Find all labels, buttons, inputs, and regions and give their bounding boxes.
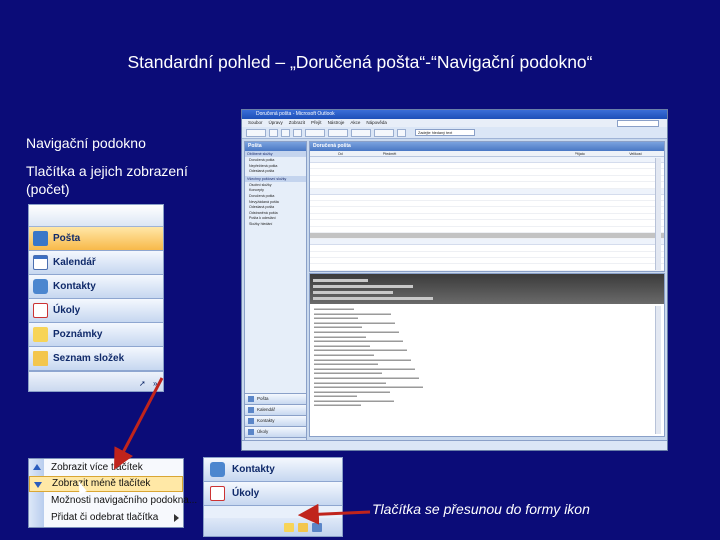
nav-button-calendar[interactable]: Kalendář	[29, 251, 163, 275]
configure-buttons-icon[interactable]: »	[153, 379, 162, 388]
nav-button-label: Úkoly	[232, 488, 260, 499]
nav-button-tasks[interactable]: Úkoly	[29, 299, 163, 323]
new-button[interactable]	[246, 128, 266, 137]
folder-list-icon[interactable]	[298, 523, 308, 532]
print-button[interactable]	[269, 128, 278, 137]
reply-all-button[interactable]	[328, 128, 348, 137]
menu-item[interactable]: Nástroje	[328, 119, 345, 127]
message-list-header: Doručená pošta	[310, 142, 664, 151]
collapsed-navigation-pane-crop: Kontakty Úkoly	[203, 457, 343, 537]
reading-pane-body	[314, 307, 444, 409]
message-list: Doručená pošta Od Předmět Přijato Veliko…	[309, 141, 665, 272]
menu-item[interactable]: Přejít	[311, 119, 322, 127]
column-from[interactable]: Od	[338, 151, 383, 156]
column-received[interactable]: Přijato	[575, 151, 630, 156]
nav-button-label: Pošta	[53, 233, 81, 244]
nav-button-label: Kalendář	[53, 257, 96, 268]
outlook-toolbar: Zadejte hledaný text	[242, 127, 667, 139]
shortcut-icon[interactable]	[312, 523, 322, 532]
nav-button-contacts[interactable]: Kontakty	[245, 415, 306, 426]
contacts-icon	[210, 462, 225, 477]
nav-pane-top	[29, 205, 163, 227]
menu-item-label: Přidat či odebrat tlačítka	[51, 512, 159, 523]
submenu-arrow-icon	[174, 514, 179, 522]
table-row[interactable]	[310, 271, 664, 272]
nav-button-mail[interactable]: Pošta	[29, 227, 163, 251]
nav-button-label: Kontakty	[53, 281, 96, 292]
calendar-icon	[33, 255, 48, 270]
folder-list-icon	[33, 351, 48, 366]
navigation-pane-crop: Pošta Kalendář Kontakty Úkoly Poznámky S…	[28, 204, 164, 392]
message-list-scrollbar[interactable]	[655, 158, 661, 270]
message-rows	[310, 157, 664, 272]
nav-button-tasks[interactable]: Úkoly	[245, 426, 306, 437]
delete-button[interactable]	[293, 128, 302, 137]
nav-button-folder-list[interactable]: Seznam složek	[29, 347, 163, 371]
arrow-up-icon	[33, 464, 41, 470]
menu-item-label: Možnosti navigačního podokna...	[51, 495, 198, 506]
nav-button-contacts[interactable]: Kontakty	[204, 458, 342, 482]
nav-button-mail[interactable]: Pošta	[245, 393, 306, 404]
caption-navigation-pane: Navigační podokno	[26, 135, 146, 151]
tasks-icon	[210, 486, 225, 501]
menu-item-label: Zobrazit méně tlačítek	[52, 478, 151, 489]
address-book-search[interactable]: Zadejte hledaný text	[415, 129, 475, 136]
outlook-menu-bar: Soubor Úpravy Zobrazit Přejít Nástroje A…	[242, 119, 667, 127]
menu-item[interactable]: Zobrazit	[289, 119, 305, 127]
status-bar	[242, 440, 667, 450]
notes-icon	[33, 327, 48, 342]
menu-item-show-more-buttons[interactable]: Zobrazit více tlačítek	[29, 460, 183, 476]
menu-item[interactable]: Soubor	[248, 119, 263, 127]
column-subject[interactable]: Předmět	[383, 151, 575, 156]
send-receive-button[interactable]	[374, 128, 394, 137]
menu-item-label: Zobrazit více tlačítek	[51, 462, 143, 473]
nav-button-label: Úkoly	[53, 305, 81, 316]
arrow-down-icon	[34, 482, 42, 488]
nav-pane-footer: ➚ »	[29, 371, 163, 391]
reading-pane-header	[310, 274, 664, 304]
nav-pane-header: Pošta	[245, 142, 306, 151]
tasks-icon	[33, 303, 48, 318]
reading-pane	[309, 273, 665, 437]
contacts-icon	[33, 279, 48, 294]
outlook-window-screenshot: Doručená pošta - Microsoft Outlook Soubo…	[241, 109, 668, 451]
nav-button-contacts[interactable]: Kontakty	[29, 275, 163, 299]
nav-button-calendar[interactable]: Kalendář	[245, 404, 306, 415]
nav-button-label: Poznámky	[53, 329, 103, 340]
menu-item[interactable]: Úpravy	[269, 119, 283, 127]
nav-button-label: Kontakty	[232, 464, 275, 475]
help-search-input[interactable]	[617, 120, 659, 127]
shortcut-icon[interactable]: ➚	[139, 379, 148, 388]
caption-buttons: Tlačítka a jejich zobrazení (počet)	[26, 163, 188, 197]
outlook-navigation-pane: Pošta Oblíbené složky Doručená pošta Nep…	[244, 141, 307, 448]
nav-icon-strip	[204, 518, 342, 536]
menu-item[interactable]: Akce	[350, 119, 360, 127]
reply-button[interactable]	[305, 128, 325, 137]
menu-item-add-remove-buttons[interactable]: Přidat či odebrat tlačítka	[29, 510, 183, 526]
move-button[interactable]	[281, 128, 290, 137]
menu-item[interactable]: Nápověda	[366, 119, 387, 127]
configure-buttons-menu: Zobrazit více tlačítek Zobrazit méně tla…	[28, 458, 197, 528]
nav-button-label: Seznam složek	[53, 353, 125, 364]
mail-icon	[33, 231, 48, 246]
menu-item-show-fewer-buttons[interactable]: Zobrazit méně tlačítek	[29, 476, 183, 492]
forward-button[interactable]	[351, 128, 371, 137]
find-button[interactable]	[397, 128, 406, 137]
folder-item[interactable]: Odeslaná pošta	[249, 169, 304, 175]
menu-item-nav-pane-options[interactable]: Možnosti navigačního podokna...	[29, 493, 197, 509]
slide-title: Standardní pohled – „Doručená pošta“-“Na…	[127, 52, 593, 72]
nav-button-notes[interactable]: Poznámky	[29, 323, 163, 347]
folder-item[interactable]: Složky hledání	[249, 222, 304, 228]
notes-icon[interactable]	[284, 523, 294, 532]
outlook-title-bar: Doručená pošta - Microsoft Outlook	[242, 110, 667, 119]
column-size[interactable]: Velikost	[629, 151, 664, 156]
nav-button-tasks[interactable]: Úkoly	[204, 482, 342, 506]
caption-icons: Tlačítka se přesunou do formy ikon	[372, 501, 590, 517]
reading-pane-scrollbar[interactable]	[655, 306, 661, 434]
reading-pane-line	[314, 403, 361, 409]
